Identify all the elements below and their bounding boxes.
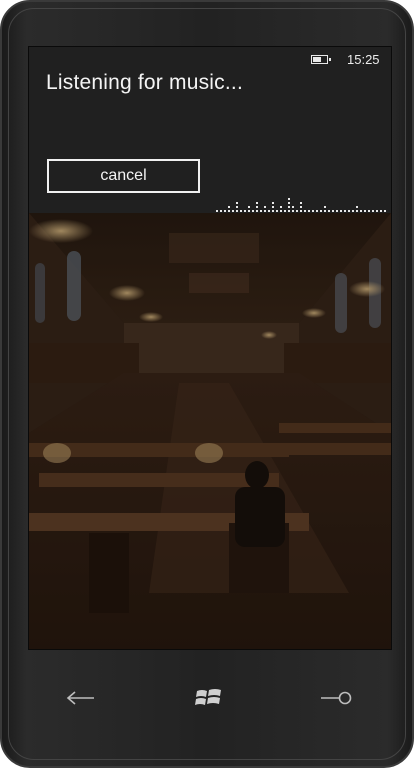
eq-dot <box>236 202 238 204</box>
start-button[interactable] <box>189 678 229 718</box>
eq-dot <box>220 210 222 212</box>
eq-dot <box>336 210 338 212</box>
eq-dot <box>288 198 290 200</box>
battery-icon <box>311 55 331 64</box>
eq-dot <box>352 210 354 212</box>
page-title: Listening for music... <box>46 71 243 94</box>
eq-dot <box>360 210 362 212</box>
eq-dot <box>284 210 286 212</box>
eq-dot <box>248 210 250 212</box>
search-icon <box>321 691 352 705</box>
eq-dot <box>296 210 298 212</box>
eq-dot <box>300 202 302 204</box>
eq-dot <box>300 206 302 208</box>
eq-dot <box>264 210 266 212</box>
eq-dot <box>256 210 258 212</box>
eq-dot <box>356 206 358 208</box>
eq-dot <box>216 210 218 212</box>
eq-dot <box>344 210 346 212</box>
eq-dot <box>236 210 238 212</box>
library-reading-room-image <box>29 213 391 649</box>
cancel-button[interactable]: cancel <box>47 159 200 193</box>
eq-dot <box>372 210 374 212</box>
background-photo: © <box>29 213 391 649</box>
battery-level <box>313 57 321 62</box>
eq-dot <box>252 210 254 212</box>
screen: 15:25 Listening for music... cancel <box>28 46 392 650</box>
status-bar: 15:25 <box>29 47 391 73</box>
eq-dot <box>244 210 246 212</box>
eq-dot <box>384 210 386 212</box>
audio-level-visualizer <box>216 198 386 212</box>
eq-dot <box>272 202 274 204</box>
back-arrow-icon <box>66 691 94 705</box>
eq-dot <box>260 210 262 212</box>
eq-dot <box>272 206 274 208</box>
eq-dot <box>324 210 326 212</box>
search-button[interactable] <box>316 678 356 718</box>
eq-dot <box>228 210 230 212</box>
eq-dot <box>364 210 366 212</box>
eq-dot <box>300 210 302 212</box>
eq-dot <box>280 206 282 208</box>
eq-dot <box>256 202 258 204</box>
eq-dot <box>276 210 278 212</box>
hardware-nav-bar <box>2 662 412 732</box>
back-button[interactable] <box>60 678 100 718</box>
eq-dot <box>288 206 290 208</box>
eq-dot <box>280 210 282 212</box>
eq-dot <box>228 206 230 208</box>
windows-logo-icon <box>195 689 221 705</box>
eq-dot <box>368 210 370 212</box>
status-time: 15:25 <box>347 52 380 67</box>
eq-dot <box>348 210 350 212</box>
eq-dot <box>224 210 226 212</box>
eq-dot <box>264 206 266 208</box>
eq-dot <box>272 210 274 212</box>
eq-dot <box>308 210 310 212</box>
eq-dot <box>292 206 294 208</box>
eq-dot <box>232 210 234 212</box>
eq-dot <box>312 210 314 212</box>
eq-dot <box>256 206 258 208</box>
eq-dot <box>320 210 322 212</box>
eq-dot <box>356 210 358 212</box>
eq-dot <box>340 210 342 212</box>
eq-dot <box>324 206 326 208</box>
eq-dot <box>332 210 334 212</box>
eq-dot <box>292 210 294 212</box>
eq-dot <box>288 210 290 212</box>
eq-dot <box>328 210 330 212</box>
phone-frame: 15:25 Listening for music... cancel <box>0 0 414 768</box>
eq-dot <box>240 210 242 212</box>
eq-dot <box>376 210 378 212</box>
eq-dot <box>268 210 270 212</box>
eq-dot <box>248 206 250 208</box>
eq-dot <box>288 202 290 204</box>
eq-dot <box>316 210 318 212</box>
eq-dot <box>236 206 238 208</box>
eq-dot <box>380 210 382 212</box>
eq-dot <box>304 210 306 212</box>
